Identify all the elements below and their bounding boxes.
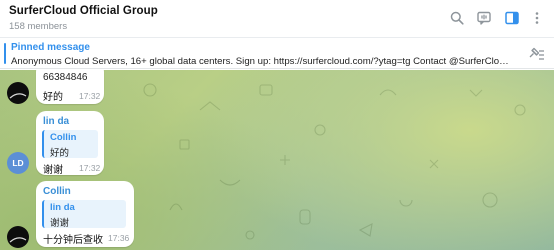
chat-title: SurferCloud Official Group [9, 5, 158, 17]
quote-sender: Collin [50, 132, 77, 143]
quote-text: 谢谢 [50, 218, 70, 229]
avatar[interactable] [7, 226, 29, 248]
message-text: 十分钟后查收 [43, 235, 103, 246]
chat-header[interactable]: SurferCloud Official Group 158 members [0, 0, 554, 36]
pinned-title: Pinned message [11, 42, 90, 53]
message-text: 谢谢 [43, 165, 63, 176]
message-text: 好的 [43, 92, 63, 103]
message-bubble[interactable]: Collin lin da 谢谢 十分钟后查收 17:36 [36, 181, 134, 247]
reply-quote[interactable]: lin da 谢谢 [42, 200, 126, 229]
message-sender[interactable]: lin da [43, 116, 69, 127]
message-bubble[interactable]: 66384846 好的 17:32 [36, 70, 104, 104]
video-chat-icon[interactable] [475, 9, 493, 27]
search-icon[interactable] [448, 9, 466, 27]
message-sender[interactable]: Collin [43, 186, 71, 197]
pinned-indicator [4, 43, 6, 64]
sidebar-icon[interactable] [503, 9, 521, 27]
more-icon[interactable] [528, 9, 546, 27]
message-time: 17:32 [79, 163, 101, 173]
avatar[interactable]: LD [7, 152, 29, 174]
message-time: 17:32 [79, 91, 101, 101]
avatar[interactable] [7, 82, 29, 104]
pinned-message-bar[interactable]: Pinned message Anonymous Cloud Servers, … [0, 37, 554, 69]
quote-text: 好的 [50, 148, 70, 159]
avatar-initials: LD [12, 158, 24, 168]
message-reply-fragment: 66384846 [43, 72, 88, 83]
member-count: 158 members [9, 21, 68, 32]
quote-sender: lin da [50, 202, 75, 213]
pin-list-icon[interactable] [527, 46, 545, 62]
reply-quote[interactable]: Collin 好的 [42, 130, 98, 159]
message-time: 17:36 [108, 233, 130, 243]
message-bubble[interactable]: lin da Collin 好的 谢谢 17:32 [36, 111, 104, 176]
chat-message-area[interactable]: 66384846 好的 17:32 LD lin da Collin 好的 谢谢… [0, 70, 554, 250]
pinned-text: Anonymous Cloud Servers, 16+ global data… [11, 56, 511, 67]
